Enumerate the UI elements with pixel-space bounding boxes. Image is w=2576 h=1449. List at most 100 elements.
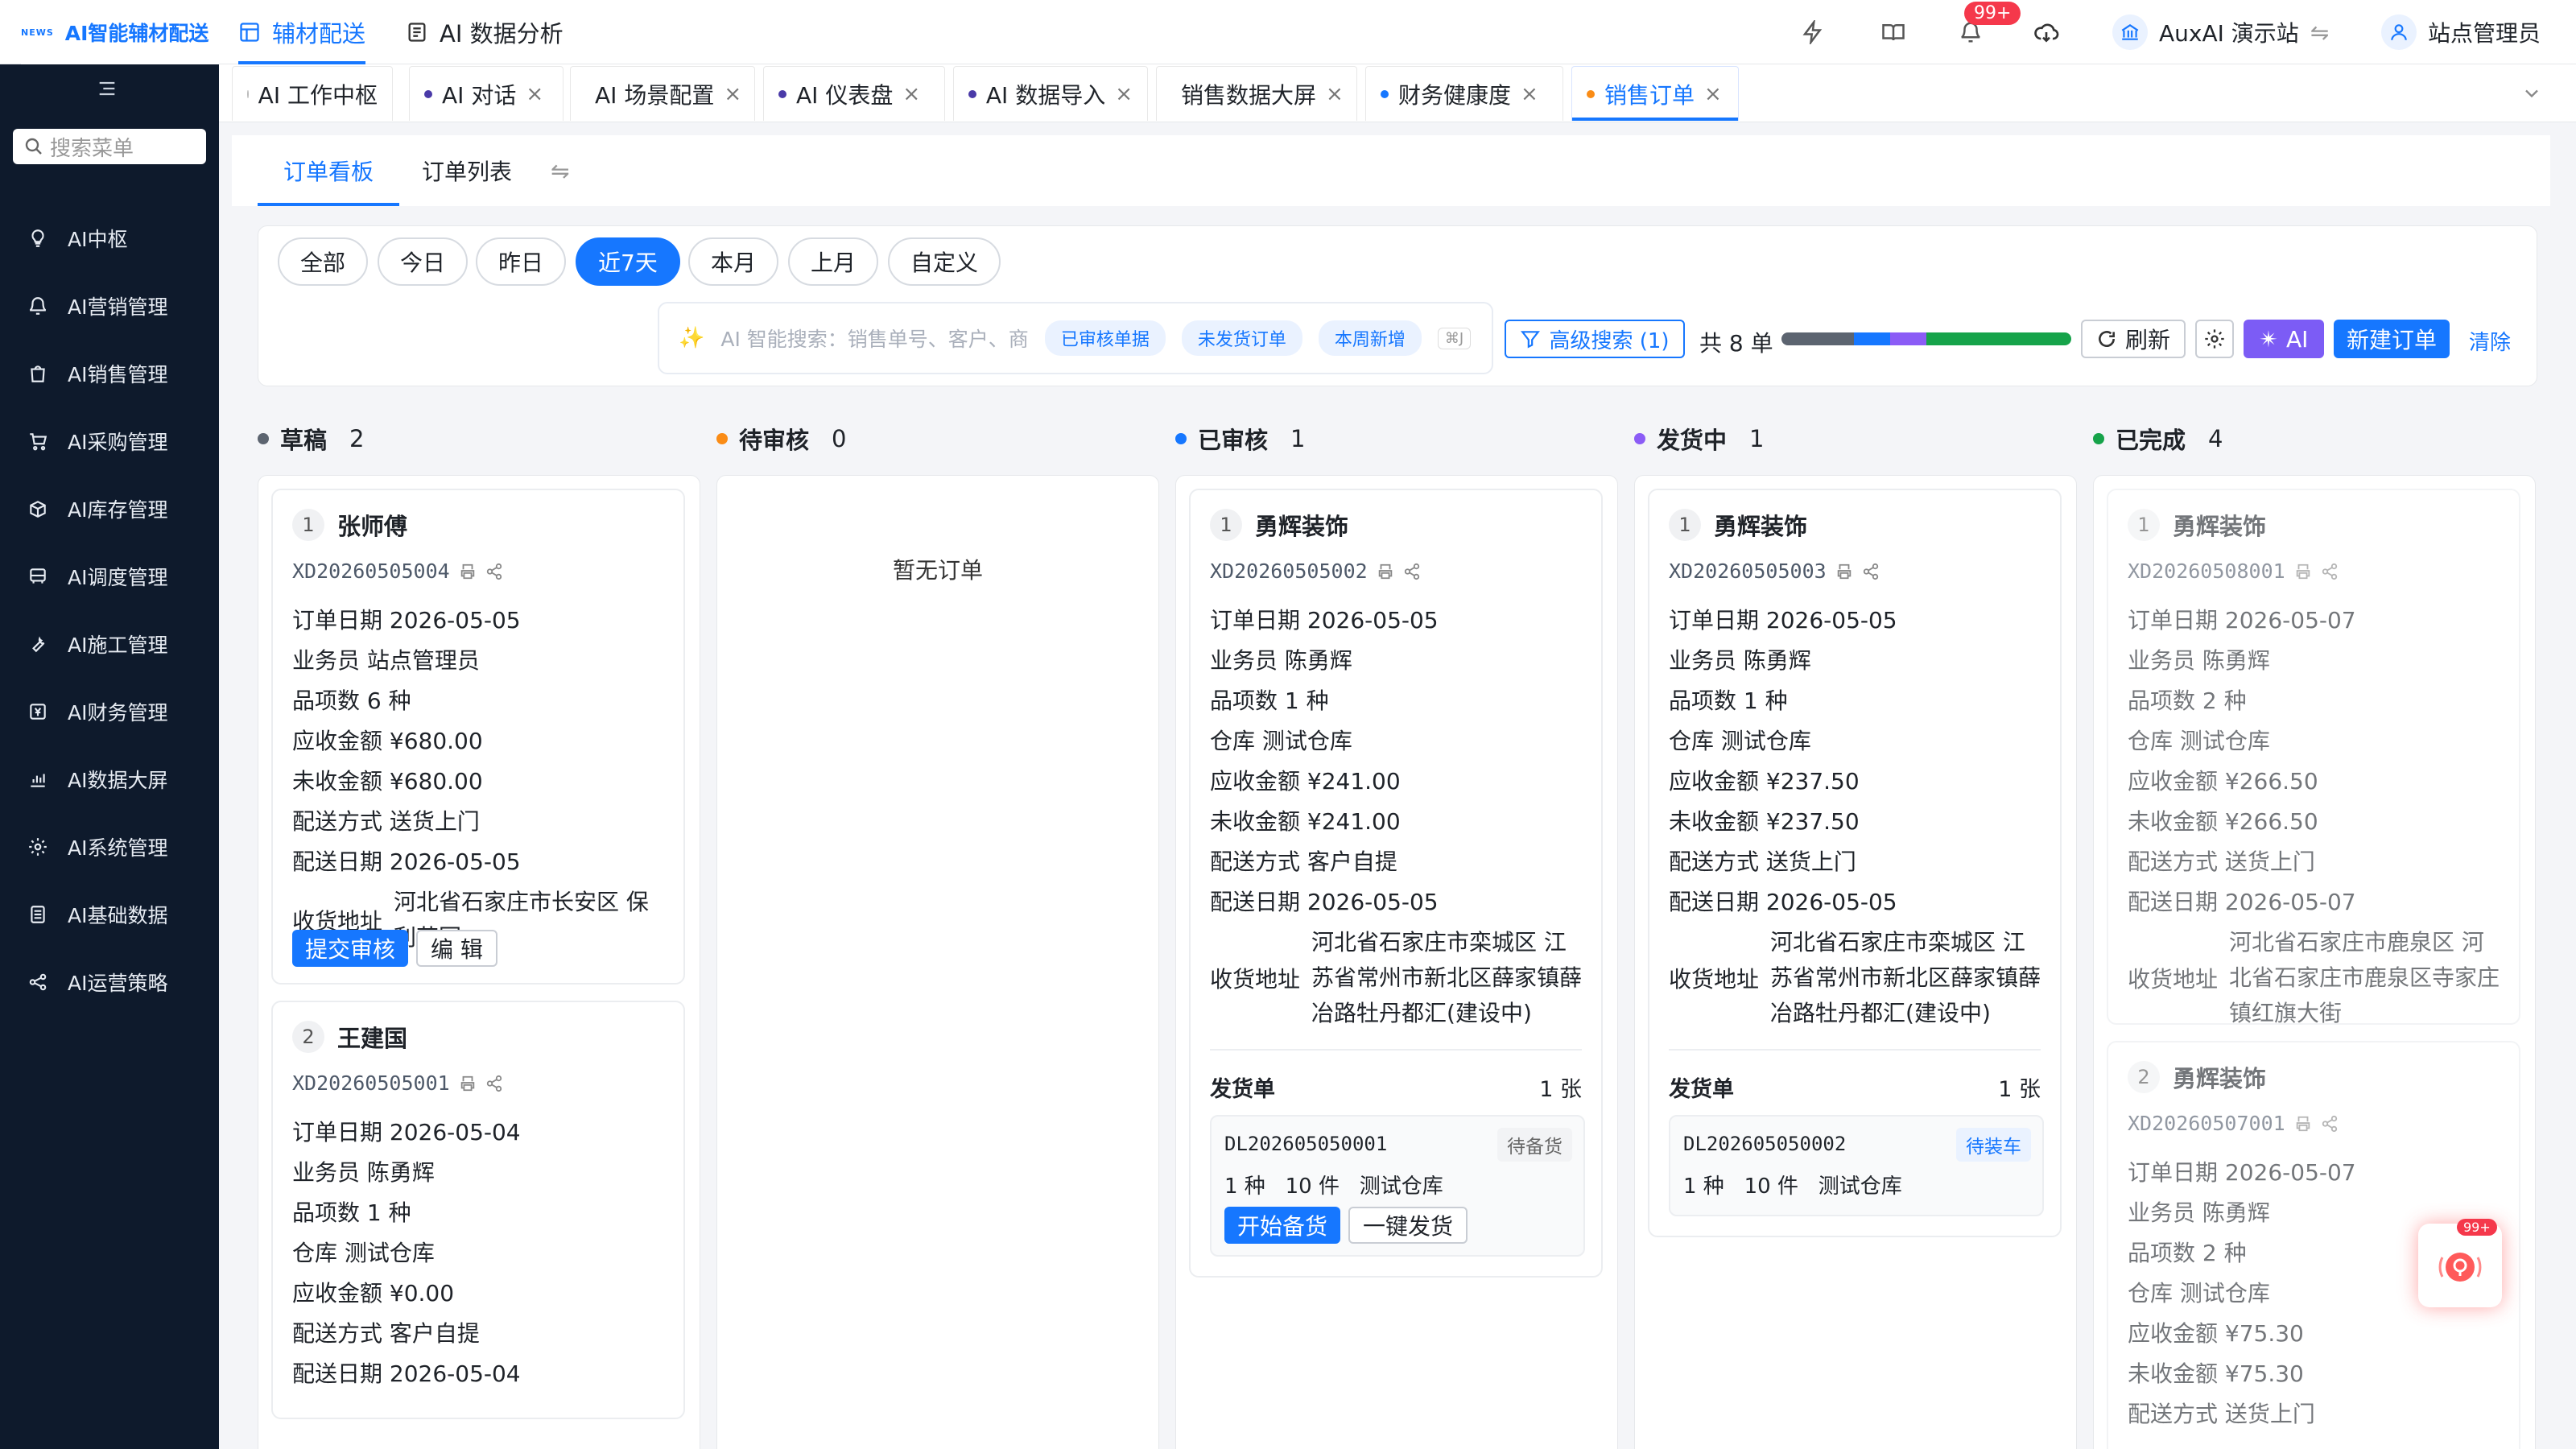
column-header-1: 待审核 0 [716, 422, 846, 456]
chevron-down-icon[interactable] [2520, 82, 2544, 105]
clear-link[interactable]: 清除 [2469, 326, 2511, 356]
sidebar-item-8[interactable]: AI数据大屏 [0, 755, 219, 803]
start-picking-button[interactable]: 开始备货 [1224, 1207, 1341, 1244]
shipment-card[interactable]: DL202605050002 待装车 1 种 10 件 测试仓库 [1669, 1115, 2044, 1216]
sidebar-item-label: AI施工管理 [68, 634, 168, 657]
tab-order-list[interactable]: 订单列表 [422, 135, 512, 206]
tab-order-board[interactable]: 订单看板 [257, 135, 400, 206]
status-segment [1890, 332, 1926, 345]
close-icon[interactable]: × [1326, 82, 1344, 106]
one-click-ship-button[interactable]: 一键发货 [1348, 1207, 1468, 1244]
print-icon[interactable] [2293, 1115, 2313, 1133]
sidebar-item-label: AI调度管理 [68, 566, 168, 589]
share-icon[interactable] [2321, 563, 2339, 580]
sidebar-item-11[interactable]: AI运营策略 [0, 958, 219, 1006]
sidebar-item-5[interactable]: AI调度管理 [0, 552, 219, 601]
column-header-4: 已完成 4 [2093, 422, 2223, 456]
close-icon[interactable]: × [902, 82, 920, 106]
period-pill-2[interactable]: 昨日 [476, 237, 567, 286]
edit-button[interactable]: 编 辑 [416, 930, 497, 967]
ai-search-input[interactable]: ✨ AI 智能搜索：销售单号、客户、商 已审核单据 未发货订单 本周新增 ⌘J [658, 302, 1493, 374]
chip-unshipped[interactable]: 未发货订单 [1181, 320, 1302, 356]
shipment-card[interactable]: DL202605050001 待备货 1 种 10 件 测试仓库 开始备货 一键… [1210, 1115, 1585, 1257]
topnav-ai-analysis[interactable]: AI 数据分析 [406, 0, 564, 64]
close-icon[interactable]: × [526, 82, 543, 106]
close-icon[interactable]: × [724, 82, 741, 106]
sidebar-item-6[interactable]: AI施工管理 [0, 620, 219, 668]
user-menu[interactable]: 站点管理员 [2381, 11, 2541, 53]
page-tab-7[interactable]: 销售订单 × [1571, 66, 1739, 121]
share-icon[interactable] [2321, 1115, 2339, 1133]
print-icon[interactable] [458, 563, 477, 580]
print-icon[interactable] [1376, 563, 1395, 580]
topnav-delivery[interactable]: 辅材配送 [238, 0, 366, 64]
order-card[interactable]: 1 勇辉装饰 XD20260508001 订单日期 2026-05-07 业务员 陈勇… [2107, 489, 2520, 1026]
period-pill-3[interactable]: 近7天 [576, 237, 680, 286]
submit-review-button[interactable]: 提交审核 [292, 930, 409, 967]
sidebar-item-0[interactable]: AI中枢 [0, 214, 219, 262]
book-icon[interactable] [1877, 16, 1909, 48]
period-pill-0[interactable]: 全部 [278, 237, 369, 286]
page-tab-0[interactable]: AI 工作中枢 [232, 66, 393, 121]
print-icon[interactable] [1835, 563, 1854, 580]
page-tab-6[interactable]: 财务健康度 × [1365, 66, 1563, 121]
settings-button[interactable] [2195, 320, 2234, 358]
sidebar-item-1[interactable]: AI营销管理 [0, 282, 219, 330]
card-field: 应收金额 ¥680.00 [292, 728, 483, 754]
close-icon[interactable]: × [1115, 82, 1133, 106]
swap-icon[interactable]: ⇋ [551, 135, 569, 206]
page-tab-4[interactable]: AI 数据导入 × [953, 66, 1148, 121]
print-icon[interactable] [2293, 563, 2313, 580]
filter-icon [1521, 331, 1541, 349]
sidebar-item-2[interactable]: AI销售管理 [0, 349, 219, 398]
print-icon[interactable] [458, 1075, 477, 1092]
cloud-download-icon[interactable] [2030, 16, 2062, 48]
order-card[interactable]: 1 勇辉装饰 XD20260505003 订单日期 2026-05-05 业务员 陈勇… [1648, 489, 2062, 1237]
period-pill-4[interactable]: 本月 [688, 237, 779, 286]
advanced-search-button[interactable]: 高级搜索 (1) [1505, 320, 1685, 358]
share-icon[interactable] [1862, 563, 1880, 580]
sidebar-item-9[interactable]: AI系统管理 [0, 823, 219, 871]
sidebar-item-4[interactable]: AI库存管理 [0, 485, 219, 533]
sidebar-item-10[interactable]: AI基础数据 [0, 890, 219, 939]
card-field: 品项数 2 种 [2128, 1240, 2247, 1266]
sidebar-item-7[interactable]: AI财务管理 [0, 687, 219, 736]
share-icon[interactable] [485, 1075, 503, 1092]
page-tab-2[interactable]: AI 场景配置 × [570, 66, 755, 121]
page-tab-label: 销售数据大屏 [1181, 81, 1317, 109]
card-field: 订单日期 2026-05-05 [292, 607, 521, 634]
share-icon[interactable] [485, 563, 503, 580]
period-pill-1[interactable]: 今日 [378, 237, 469, 286]
page-tab-1[interactable]: AI 对话 × [409, 66, 564, 121]
ai-button[interactable]: ✴ AI [2244, 320, 2324, 358]
station-switcher[interactable]: AuxAI 演示站 ⇋ [2112, 11, 2329, 53]
new-order-button[interactable]: 新建订单 [2334, 320, 2450, 358]
share-icon[interactable] [1403, 563, 1421, 580]
close-icon[interactable]: × [1704, 82, 1722, 106]
chip-approved[interactable]: 已审核单据 [1044, 320, 1166, 356]
sidebar-item-3[interactable]: AI采购管理 [0, 417, 219, 465]
order-card[interactable]: 1 勇辉装饰 XD20260505002 订单日期 2026-05-05 业务员 陈勇… [1189, 489, 1603, 1278]
period-pill-6[interactable]: 自定义 [888, 237, 1001, 286]
sidebar-search-input[interactable]: 搜索菜单 [13, 129, 206, 164]
floating-assistant[interactable]: 99+ [2418, 1219, 2502, 1307]
shortcut-hint: ⌘J [1437, 327, 1472, 349]
chip-this-week[interactable]: 本周新增 [1318, 320, 1422, 356]
column-title: 草稿 [280, 427, 328, 454]
close-icon[interactable]: × [1521, 82, 1538, 106]
sidebar-item-label: AI营销管理 [68, 295, 168, 319]
bank-icon [2112, 14, 2148, 50]
column-count: 4 [2208, 425, 2223, 452]
brand[interactable]: NEWS AI智能辅材配送 [21, 0, 219, 64]
tab-dot [968, 89, 976, 98]
refresh-button[interactable]: 刷新 [2081, 320, 2186, 358]
period-pill-5[interactable]: 上月 [788, 237, 879, 286]
lightning-icon[interactable] [1797, 16, 1829, 48]
order-card[interactable]: 2 王建国 XD20260505001 订单日期 2026-05-04 业务员 陈勇辉… [271, 1001, 685, 1419]
menu-collapse-icon[interactable] [95, 77, 124, 103]
card-field: 未收金额 ¥75.30 [2128, 1360, 2304, 1387]
page-tab-5[interactable]: 销售数据大屏 × [1156, 66, 1357, 121]
order-card[interactable]: 1 张师傅 XD20260505004 订单日期 2026-05-05 业务员 站点管… [271, 489, 685, 985]
page-tab-3[interactable]: AI 仪表盘 × [763, 66, 945, 121]
card-field: 未收金额 ¥241.00 [1210, 808, 1401, 835]
